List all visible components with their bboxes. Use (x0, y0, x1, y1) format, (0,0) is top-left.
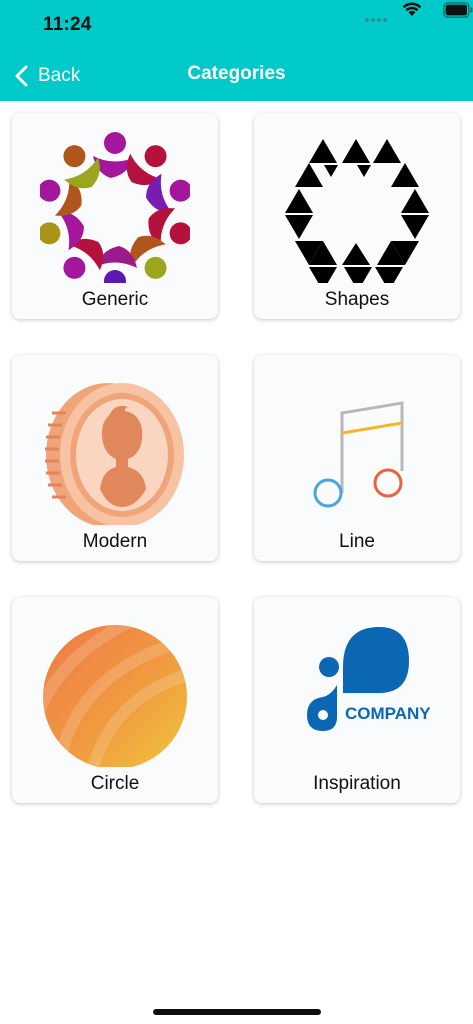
battery-icon (443, 2, 473, 18)
company-logo-text: COMPANY (345, 704, 431, 723)
category-label: Inspiration (313, 773, 401, 794)
person-coin-icon (45, 383, 184, 525)
category-label: Shapes (324, 289, 390, 310)
category-card-circle[interactable]: Circle (12, 597, 218, 803)
wifi-icon (402, 2, 422, 16)
category-card-modern[interactable]: Modern (12, 355, 218, 561)
categories-screen: 11:24 Back Categories Generic Shapes Mod… (0, 0, 473, 1024)
category-card-generic[interactable]: Generic (12, 113, 218, 319)
category-label: Modern (82, 531, 148, 552)
music-note-icon (313, 401, 404, 508)
category-label: Line (339, 531, 375, 552)
category-label: Generic (81, 289, 149, 310)
category-card-inspiration[interactable]: COMPANY Inspiration (254, 597, 460, 803)
category-label: Circle (90, 773, 140, 794)
cellular-signal-icon (363, 9, 387, 27)
header-bar: 11:24 Back Categories (0, 0, 473, 101)
category-card-shapes[interactable]: Shapes (254, 113, 460, 319)
category-card-line[interactable]: Line (254, 355, 460, 561)
page-title: Categories (187, 63, 286, 84)
people-circle-icon (40, 132, 190, 283)
triangle-hexagon-icon (285, 139, 429, 283)
status-time: 11:24 (43, 14, 92, 35)
company-logo-icon: COMPANY (307, 627, 431, 731)
home-indicator[interactable] (153, 1009, 321, 1015)
gradient-circle-icon (43, 625, 187, 767)
